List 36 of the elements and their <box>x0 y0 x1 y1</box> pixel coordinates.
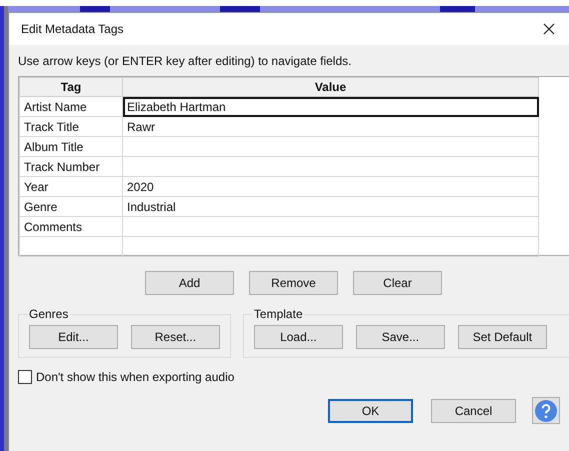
group-button[interactable]: Load... <box>254 325 343 349</box>
table-cell[interactable]: 2020 <box>122 176 538 196</box>
group-button[interactable]: Reset... <box>130 325 220 349</box>
table-button[interactable]: Remove <box>249 271 338 295</box>
table-cell: Track Title <box>20 116 122 136</box>
table-cell: Artist Name <box>20 96 122 116</box>
group-button[interactable]: Save... <box>356 325 445 349</box>
window-title: Edit Metadata Tags <box>21 22 124 36</box>
table-cell[interactable] <box>122 236 538 256</box>
table-button[interactable]: Add <box>145 271 234 295</box>
checkbox-label: Don't show this when exporting audio <box>36 370 234 384</box>
table-cell[interactable] <box>122 216 538 236</box>
table-cell[interactable] <box>122 136 538 156</box>
help-button[interactable] <box>532 397 560 424</box>
table-cell: Track Number <box>20 156 122 176</box>
dialog-button[interactable]: Cancel <box>431 398 516 422</box>
column-header: Value <box>122 78 538 96</box>
table-cell: Album Title <box>20 136 122 156</box>
close-icon <box>543 23 555 35</box>
dialog-button[interactable]: OK <box>328 398 413 422</box>
group-button[interactable]: Set Default <box>458 325 547 349</box>
table-button[interactable]: Clear <box>353 271 442 295</box>
table-cell[interactable]: Elizabeth Hartman <box>122 96 538 116</box>
table-cell[interactable]: Industrial <box>122 196 538 216</box>
question-mark-icon <box>534 398 558 422</box>
group-title: Template <box>252 307 304 321</box>
table-cell: Genre <box>20 196 122 216</box>
table-cell: Year <box>20 176 122 196</box>
column-header: Tag <box>20 78 122 96</box>
instruction-text: Use arrow keys (or ENTER key after editing) to navigate fields. <box>18 53 352 70</box>
table-cell[interactable] <box>122 156 538 176</box>
table-cell[interactable]: Rawr <box>122 116 538 136</box>
group-button[interactable]: Edit... <box>29 325 118 349</box>
checkbox[interactable] <box>18 370 32 384</box>
group-title: Genres <box>28 307 70 321</box>
table-cell: Comments <box>20 216 122 236</box>
